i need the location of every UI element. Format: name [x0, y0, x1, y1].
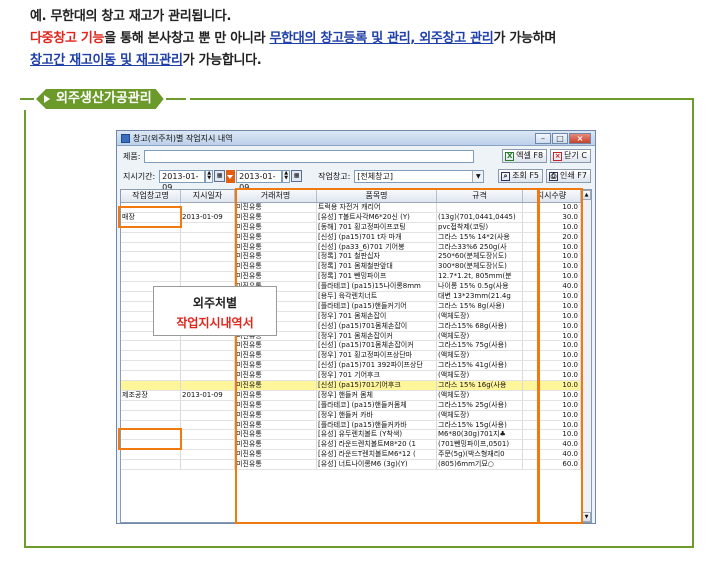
table-cell [121, 232, 181, 242]
table-cell [121, 272, 181, 282]
table-cell [181, 351, 235, 361]
date-from-spinner[interactable]: ▲ ▼ [205, 169, 214, 183]
calendar-to-icon[interactable]: ▦ [291, 170, 303, 182]
table-cell [181, 381, 235, 390]
table-cell [181, 232, 235, 242]
warehouse-select-value: [전체창고] [357, 171, 393, 181]
highlight-order-columns [235, 188, 540, 524]
date-from-input[interactable]: 2013-01-09 [159, 169, 206, 192]
app-icon [121, 133, 130, 143]
table-cell [121, 450, 181, 460]
close-x-icon: × [553, 151, 563, 161]
section-title-label: 외주생산가공관리 [36, 89, 164, 109]
multi-warehouse-highlight: 다중창고 기능 [30, 31, 105, 46]
table-cell [121, 351, 181, 361]
callout-box: 외주처별 작업지시내역서 [153, 286, 277, 336]
table-cell [181, 420, 235, 430]
table-cell [121, 252, 181, 262]
warehouse-label: 작업창고: [318, 171, 351, 181]
date-to-input[interactable]: 2013-01-09 [236, 169, 283, 192]
printer-icon: ⎙ [549, 171, 559, 181]
highlight-quantity-column [537, 188, 583, 524]
warehouse-management-link[interactable]: 무한대의 창고등록 및 관리, 외주창고 관리 [269, 31, 493, 46]
table-cell [121, 341, 181, 351]
window-title: 창고(외주처)별 작업지시 내역 [133, 133, 233, 143]
search-icon: ⌕ [501, 171, 511, 181]
table-cell [181, 272, 235, 282]
table-cell [181, 361, 235, 371]
intro-line-2-end: 가 가능하며 [493, 31, 556, 46]
window-controls: – □ × [535, 133, 591, 144]
table-cell: 2013-01-09 [181, 212, 235, 222]
scroll-up-icon[interactable]: ▲ [582, 190, 591, 200]
intro-line-1: 예. 무한대의 창고 재고가 관리됩니다. [30, 9, 232, 24]
product-input[interactable] [144, 149, 475, 163]
date-to-spinner[interactable]: ▲ ▼ [282, 169, 291, 183]
table-cell [181, 450, 235, 460]
scroll-down-icon[interactable]: ▼ [582, 512, 591, 522]
maximize-icon[interactable]: □ [552, 133, 568, 144]
intro-text: 예. 무한대의 창고 재고가 관리됩니다. 다중창고 기능을 통해 본사창고 뿐… [30, 6, 556, 72]
intro-line-3-end: 가 가능합니다. [182, 53, 262, 68]
table-cell [121, 262, 181, 272]
highlight-warehouse-1 [118, 206, 182, 228]
callout-line-2: 작업지시내역서 [176, 316, 254, 330]
table-cell: 2013-01-09 [181, 390, 235, 400]
column-header-warehouse[interactable]: 작업창고명 [121, 190, 181, 202]
table-cell [181, 242, 235, 252]
period-dropdown-icon[interactable] [226, 169, 236, 183]
excel-button[interactable]: X 엑셀 F8 [502, 149, 548, 163]
search-button[interactable]: ⌕ 조회 F5 [498, 169, 544, 183]
table-cell [121, 242, 181, 252]
section-title: 외주생산가공관리 [20, 88, 190, 110]
title-line-right [165, 98, 186, 100]
table-cell [181, 430, 235, 440]
table-cell [181, 222, 235, 232]
window-titlebar: 창고(외주처)별 작업지시 내역 [117, 131, 595, 146]
table-cell [181, 400, 235, 410]
warehouse-select[interactable]: [전체창고] ▼ [354, 169, 485, 183]
table-cell [121, 400, 181, 410]
intro-line-3: 창고간 재고이동 및 재고관리가 가능합니다. [30, 50, 556, 72]
table-cell [181, 371, 235, 381]
table-cell [121, 361, 181, 371]
table-cell [181, 252, 235, 262]
calendar-from-icon[interactable]: ▦ [214, 170, 226, 182]
minimize-icon[interactable]: – [535, 133, 551, 144]
table-cell: 제조공장 [121, 390, 181, 400]
table-cell [121, 381, 181, 390]
close-button[interactable]: × 닫기 C [550, 149, 591, 163]
table-cell [181, 262, 235, 272]
chevron-down-icon: ▼ [472, 170, 484, 182]
search-button-label: 조회 F5 [512, 171, 540, 180]
table-cell [181, 460, 235, 470]
table-cell [181, 203, 235, 212]
excel-icon: X [505, 151, 515, 161]
excel-button-label: 엑셀 F8 [516, 151, 544, 160]
table-cell [121, 460, 181, 470]
table-cell [181, 410, 235, 420]
close-icon[interactable]: × [569, 133, 591, 144]
filter-row: 지시기간: 2013-01-09 ▲ ▼ ▦ 2013-01-09 ▲ ▼ ▦ 작업… [123, 169, 591, 192]
print-button-label: 인쇄 F7 [560, 171, 587, 180]
period-label: 지시기간: [123, 171, 156, 181]
callout-line-1: 외주처별 [192, 296, 238, 310]
highlight-warehouse-2 [118, 428, 182, 450]
intro-line-2: 다중창고 기능을 통해 본사창고 뿐 만 아니라 무한대의 창고등록 및 관리,… [30, 28, 556, 50]
print-button[interactable]: ⎙ 인쇄 F7 [546, 169, 591, 183]
column-header-date[interactable]: 지시일자 [181, 190, 235, 202]
close-button-label: 닫기 C [564, 151, 587, 160]
table-cell [121, 371, 181, 381]
product-row: 제품: X 엑셀 F8 × 닫기 C [123, 149, 591, 163]
product-label: 제품: [123, 151, 141, 161]
table-cell [121, 410, 181, 420]
inventory-transfer-link[interactable]: 창고간 재고이동 및 재고관리 [30, 53, 183, 68]
table-cell [181, 440, 235, 450]
table-cell [181, 341, 235, 351]
intro-line-2-mid: 을 통해 본사창고 뿐 만 아니라 [104, 31, 270, 46]
title-line-left [20, 98, 34, 100]
